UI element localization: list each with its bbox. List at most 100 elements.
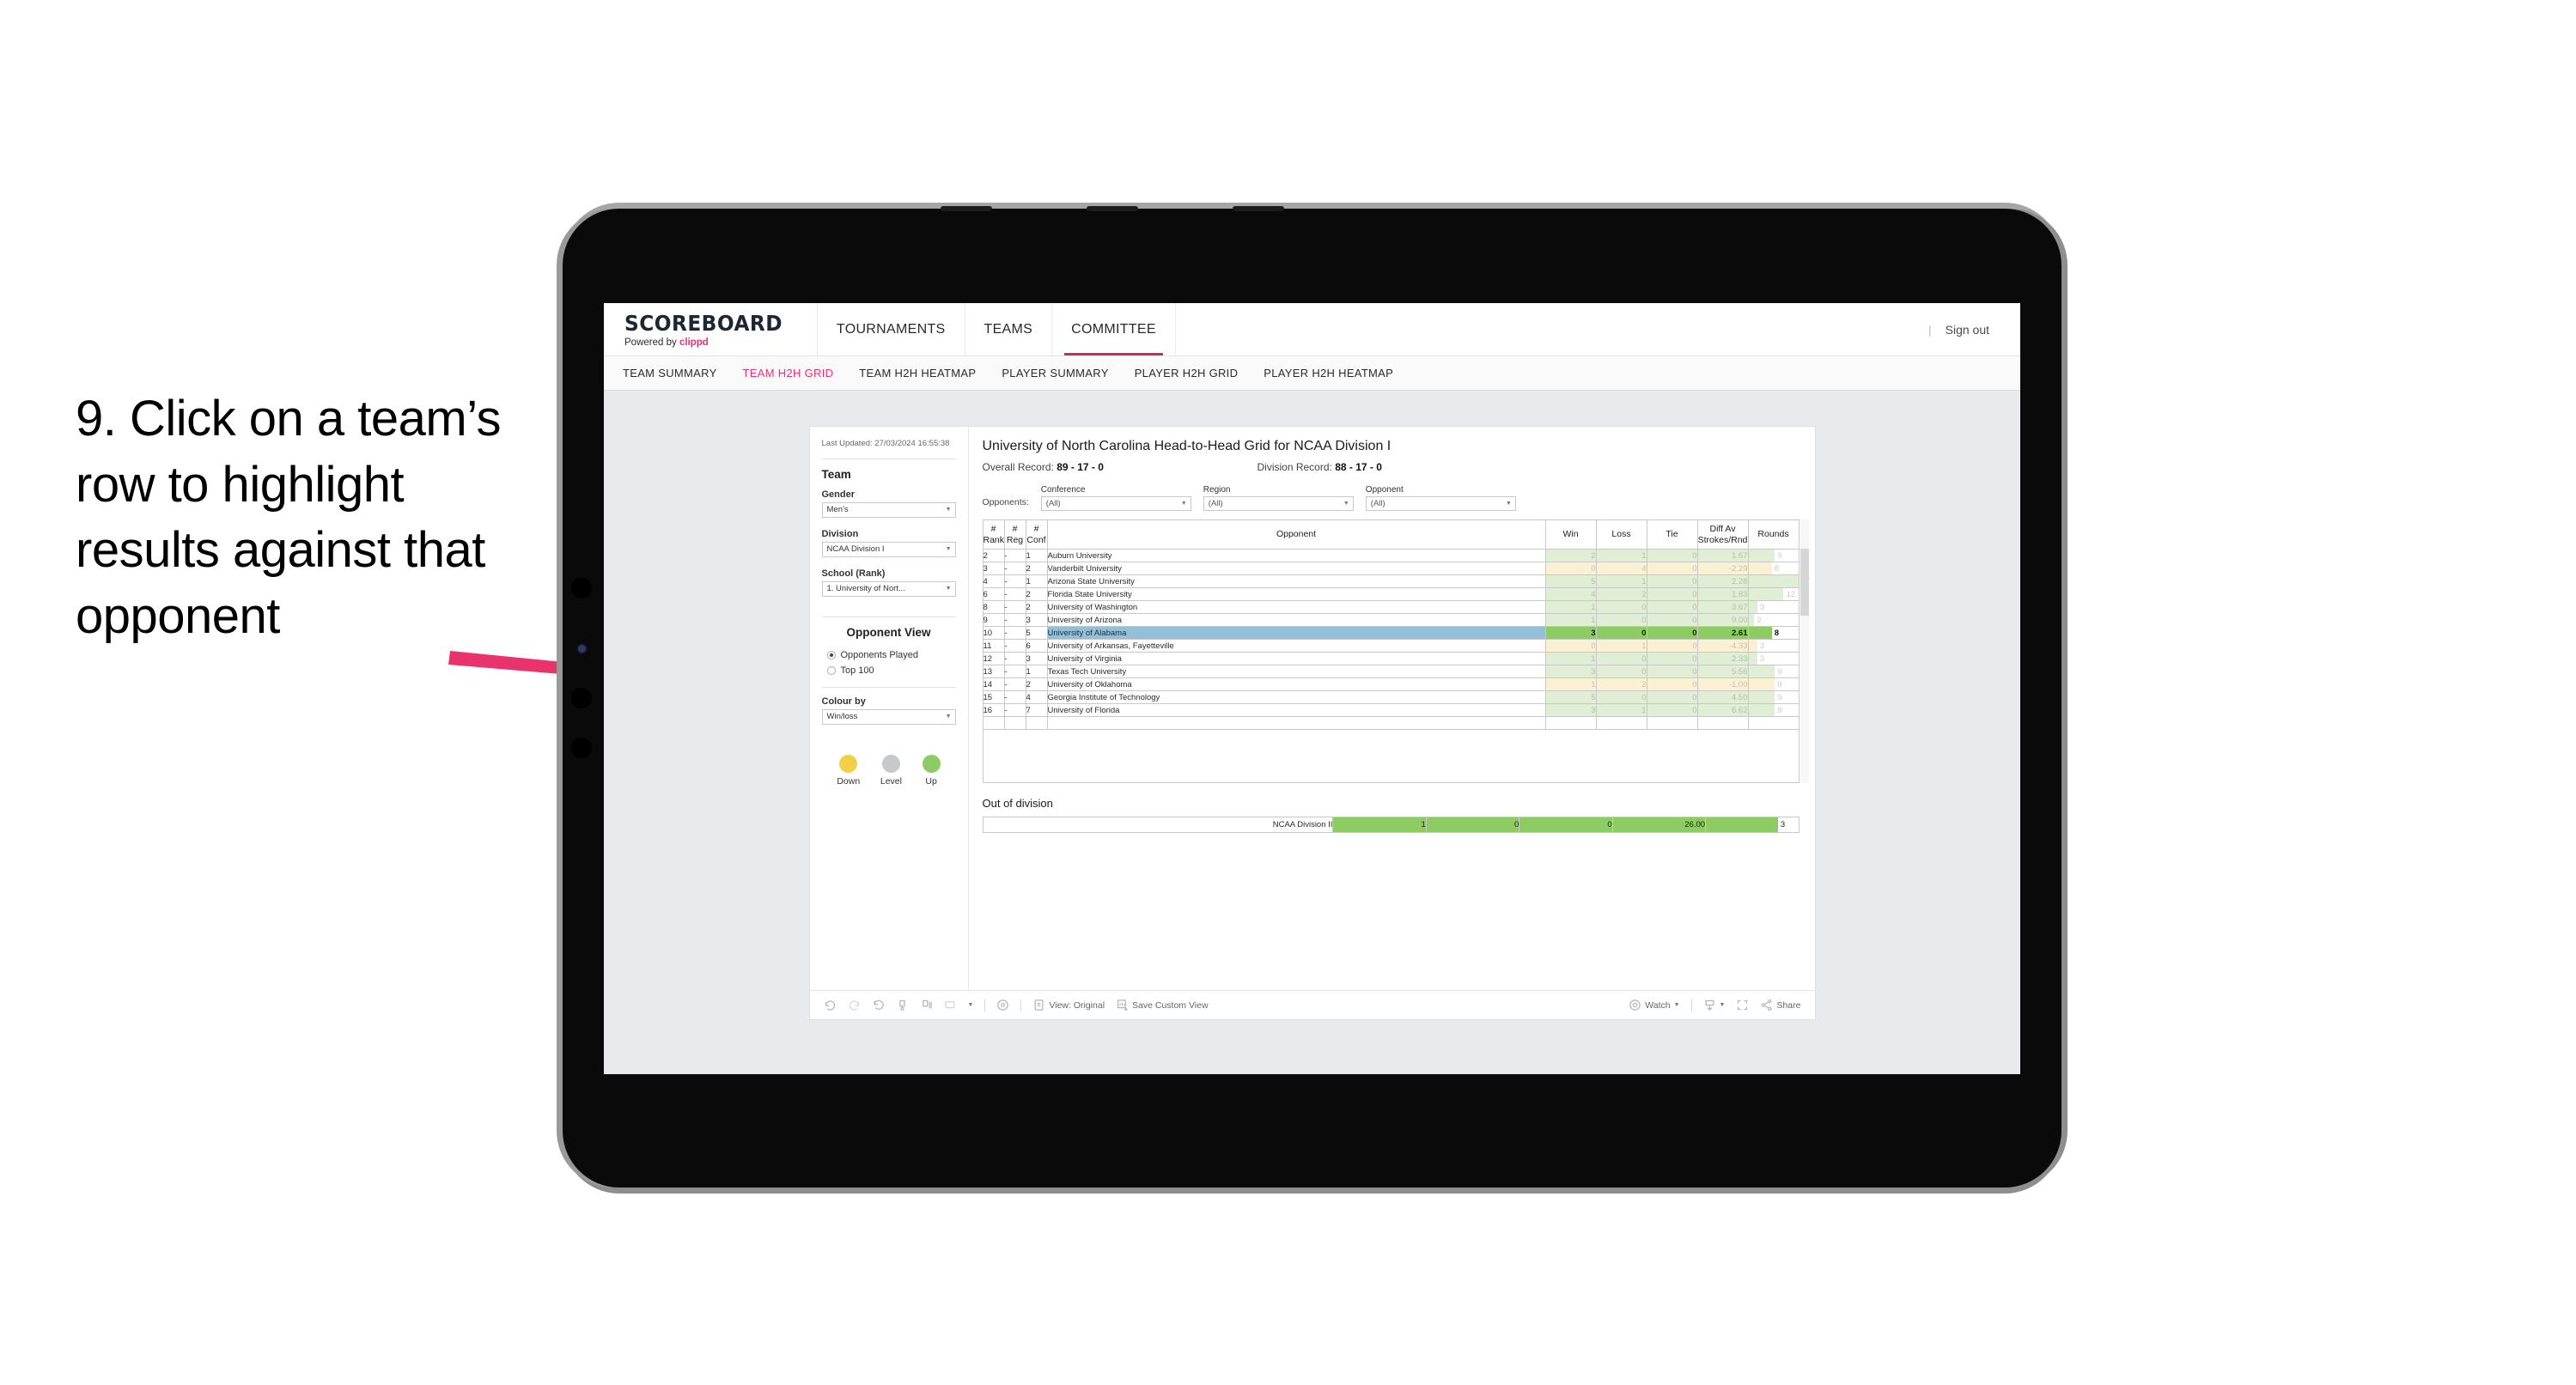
tab-team-h2h-grid[interactable]: TEAM H2H GRID <box>743 367 834 380</box>
app-logo[interactable]: SCOREBOARD Powered by clippd <box>604 303 818 355</box>
table-row[interactable]: 16-7 University of Florida 3 1 0 6.62 9 <box>982 703 1800 717</box>
table-row[interactable]: 12-3 University of Virginia 1 0 0 2.33 3 <box>982 652 1800 665</box>
cell-empty <box>1046 716 1546 730</box>
nav-tournaments[interactable]: TOURNAMENTS <box>818 303 965 355</box>
table-row[interactable]: 9-3 University of Arizona 1 0 0 9.00 2 <box>982 613 1800 627</box>
th-win: Win <box>1544 519 1597 550</box>
tab-team-summary[interactable]: TEAM SUMMARY <box>623 367 717 380</box>
fullscreen-icon[interactable] <box>1736 999 1749 1011</box>
chevron-down-icon: ▼ <box>945 507 952 513</box>
table-body: 2-1 Auburn University 2 1 0 1.67 9 3-2 Vanderbil… <box>982 549 1810 730</box>
save-custom-view-label: Save Custom View <box>1132 999 1209 1011</box>
overall-record-label: Overall Record: <box>982 461 1057 473</box>
cell-conf: 5 <box>1025 626 1048 640</box>
cell-conf: 3 <box>1025 613 1048 627</box>
cell-tie: 0 <box>1646 665 1698 678</box>
legend-swatch-down <box>839 754 858 773</box>
th-tie: Tie <box>1646 519 1698 550</box>
table-row[interactable]: 14-2 University of Oklahoma 1 2 0 -1.00 9 <box>982 677 1800 691</box>
tab-team-h2h-heatmap[interactable]: TEAM H2H HEATMAP <box>859 367 976 380</box>
th-rounds: Rounds <box>1747 519 1800 550</box>
out-of-division-row[interactable]: NCAA Division II 1 0 0 26.00 3 <box>982 817 1800 833</box>
colour-by-select[interactable]: Win/loss ▼ <box>821 708 956 725</box>
table-row[interactable]: 3-2 Vanderbilt University 0 4 0 -2.29 8 <box>982 562 1800 575</box>
header-spacer <box>1176 303 1928 355</box>
filter-opponent-select[interactable]: (All) ▼ <box>1365 496 1516 511</box>
tab-player-summary[interactable]: PLAYER SUMMARY <box>1002 367 1108 380</box>
filter-region-select[interactable]: (All) ▼ <box>1203 496 1354 511</box>
radio-opponents-played[interactable]: Opponents Played <box>826 649 956 660</box>
cell-rounds: 12 <box>1747 587 1800 601</box>
pause-auto-update-icon[interactable] <box>920 999 933 1011</box>
nav-committee[interactable]: COMMITTEE <box>1052 303 1176 355</box>
cell-loss: 0 <box>1595 626 1647 640</box>
table-row[interactable]: 4-1Arizona State University5102.2817 <box>982 574 1810 588</box>
table-row[interactable]: 6-2 Florida State University 4 2 0 1.83 12 <box>982 587 1800 601</box>
legend-level: Level <box>880 754 902 787</box>
division-record: Division Record: 88 - 17 - 0 <box>1258 461 1382 473</box>
table-row[interactable]: 2-1 Auburn University 2 1 0 1.67 9 <box>982 549 1800 562</box>
division-record-label: Division Record: <box>1257 461 1336 473</box>
cell-opponent: University of Arkansas, Fayetteville <box>1046 639 1546 653</box>
cell-rounds: 3 <box>1747 600 1800 614</box>
watch-button[interactable]: Watch ▼ <box>1629 999 1680 1011</box>
cell-diff: 2.61 <box>1696 626 1749 640</box>
download-button[interactable]: ▼ <box>1703 999 1725 1011</box>
sign-out-link[interactable]: Sign out <box>1946 323 1989 337</box>
revert-icon[interactable] <box>872 999 885 1011</box>
cell-diff: 2.33 <box>1696 652 1749 665</box>
th-rank: # Rank <box>982 519 1005 550</box>
radio-top-100-label: Top 100 <box>840 665 874 676</box>
cell-rounds: 8 <box>1747 626 1800 640</box>
table-scrollbar[interactable] <box>1800 519 1809 783</box>
pause-icon[interactable] <box>996 999 1009 1011</box>
radio-opponents-played-label: Opponents Played <box>840 649 919 660</box>
cell-diff: 1.83 <box>1696 587 1749 601</box>
undo-icon[interactable] <box>824 999 837 1011</box>
gender-value: Men’s <box>826 505 849 515</box>
gender-select[interactable]: Men’s ▼ <box>821 501 956 518</box>
share-button[interactable]: Share <box>1760 999 1801 1011</box>
save-custom-view-button[interactable]: Save Custom View <box>1116 999 1209 1011</box>
table-row[interactable]: 8-2 University of Washington 1 0 0 3.67 3 <box>982 600 1800 614</box>
viz-main-panel: University of North Carolina Head-to-Hea… <box>969 427 1815 990</box>
cell-win: 3 <box>1544 665 1597 678</box>
tab-player-h2h-grid[interactable]: PLAYER H2H GRID <box>1135 367 1239 380</box>
scrollbar-thumb[interactable] <box>1800 549 1809 616</box>
rounds-bar <box>1748 550 1775 562</box>
view-original-button[interactable]: View: Original <box>1032 999 1105 1011</box>
legend-up-label: Up <box>925 775 937 787</box>
cell-diff: 3.67 <box>1696 600 1749 614</box>
cell-opponent: Georgia Institute of Technology <box>1046 690 1546 704</box>
table-row[interactable]: 15-4 Georgia Institute of Technology 5 0 0 4.… <box>982 690 1800 704</box>
opponent-view-heading: Opponent View <box>846 625 931 639</box>
tab-player-h2h-heatmap[interactable]: PLAYER H2H HEATMAP <box>1264 367 1393 380</box>
cell-reg: - <box>1003 562 1026 575</box>
gender-label: Gender <box>821 489 856 500</box>
table-row[interactable]: 10-5 University of Alabama 3 0 0 2.61 8 <box>982 626 1800 640</box>
radio-top-100[interactable]: Top 100 <box>826 665 956 676</box>
table-row[interactable]: 13-1 Texas Tech University 3 0 0 5.56 9 <box>982 665 1800 678</box>
redo-icon[interactable] <box>848 999 861 1011</box>
last-updated-text: Last Updated: 27/03/2024 16:55:38 <box>821 439 950 448</box>
chevron-down-icon: ▼ <box>945 714 952 720</box>
nav-teams[interactable]: TEAMS <box>965 303 1053 355</box>
table-row[interactable]: 11-6 University of Arkansas, Fayetteville… <box>982 639 1800 653</box>
cell-rank: 9 <box>982 613 1005 627</box>
th-opponent: Opponent <box>1046 519 1546 550</box>
school-select[interactable]: 1. University of Nort... ▼ <box>821 580 956 597</box>
cell-loss: 4 <box>1595 562 1647 575</box>
refresh-icon[interactable] <box>896 999 909 1011</box>
chevron-down-icon[interactable]: ▼ <box>968 1002 974 1008</box>
device-layout-icon[interactable] <box>944 999 957 1011</box>
share-label: Share <box>1776 999 1801 1011</box>
chevron-down-icon: ▼ <box>945 546 952 553</box>
filter-conference-select[interactable]: (All) ▼ <box>1040 496 1191 511</box>
chevron-down-icon: ▼ <box>945 586 952 592</box>
rounds-value: 9 <box>1777 692 1782 702</box>
cell-opponent: University of Oklahoma <box>1046 677 1546 691</box>
division-select[interactable]: NCAA Division I ▼ <box>821 541 956 557</box>
h2h-table-wrap: # Rank # Reg # Conf Opponent Win Loss Ti… <box>982 519 1810 783</box>
table-header: # Rank # Reg # Conf Opponent Win Loss Ti… <box>982 519 1800 550</box>
cell-diff: 6.62 <box>1696 703 1749 717</box>
